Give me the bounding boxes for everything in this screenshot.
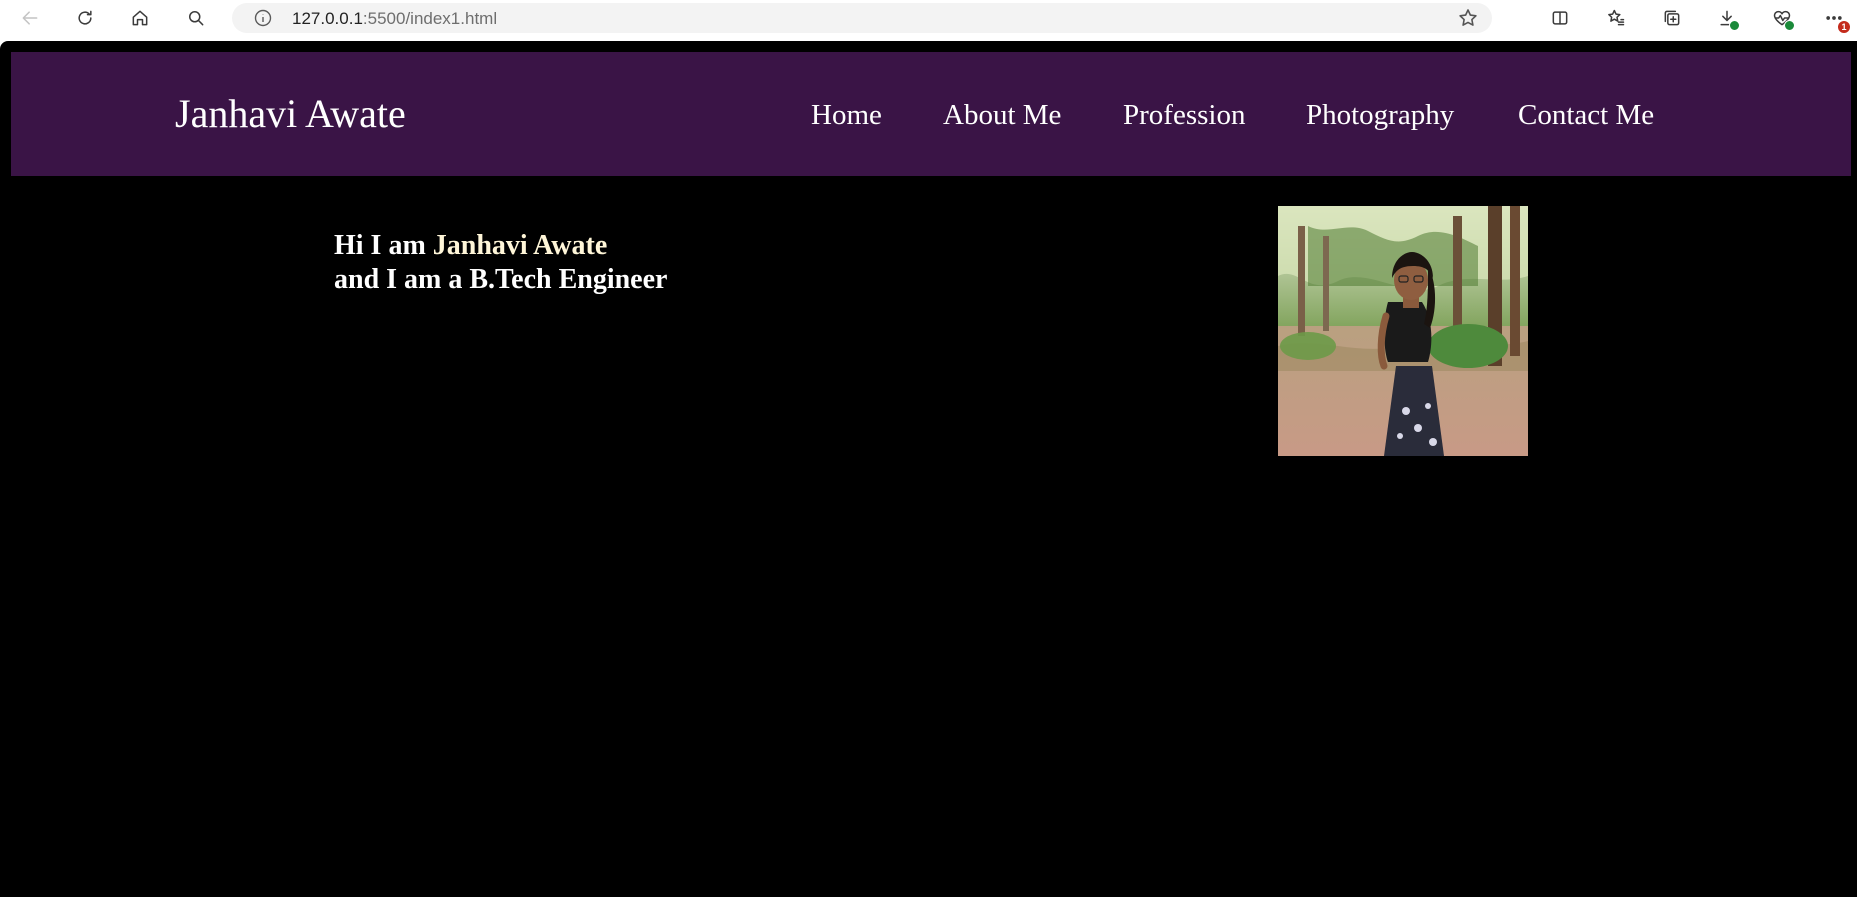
url-host: 127.0.0.1 <box>292 9 363 28</box>
info-icon[interactable] <box>254 9 272 27</box>
more-icon[interactable]: 1 <box>1822 6 1850 33</box>
nav-about-me[interactable]: About Me <box>943 98 1061 132</box>
url-text[interactable]: 127.0.0.1:5500/index1.html <box>292 9 497 29</box>
search-icon[interactable] <box>184 6 208 30</box>
hero-line-2: and I am a B.Tech Engineer <box>334 264 668 295</box>
heart-pulse-icon[interactable] <box>1770 6 1795 31</box>
page-viewport: Janhavi Awate Home About Me Profession P… <box>0 41 1857 897</box>
hero-intro: Hi I am Janhavi Awate and I am a B.Tech … <box>334 229 667 297</box>
performance-badge <box>1784 20 1795 31</box>
hero-name: Janhavi Awate <box>432 230 608 261</box>
nav-home[interactable]: Home <box>811 98 882 132</box>
hero-line-1: Hi I am Janhavi Awate <box>334 229 667 263</box>
notification-badge: 1 <box>1838 21 1850 33</box>
profile-photo <box>1278 206 1528 456</box>
nav-profession[interactable]: Profession <box>1123 98 1245 132</box>
browser-toolbar: 127.0.0.1:5500/index1.html 1 <box>0 0 1857 36</box>
favorites-icon[interactable] <box>1604 6 1628 30</box>
site-header: Janhavi Awate Home About Me Profession P… <box>11 52 1851 176</box>
hero-greeting: Hi I am <box>334 230 433 261</box>
address-bar[interactable]: 127.0.0.1:5500/index1.html <box>232 3 1492 33</box>
home-icon[interactable] <box>128 6 152 30</box>
refresh-icon[interactable] <box>73 6 97 30</box>
profile-photo-image <box>1278 206 1528 456</box>
back-arrow-icon[interactable] <box>18 6 42 30</box>
download-icon[interactable] <box>1715 6 1740 31</box>
download-complete-badge <box>1729 20 1740 31</box>
split-screen-icon[interactable] <box>1548 6 1572 30</box>
nav-photography[interactable]: Photography <box>1306 98 1454 132</box>
main-nav: Home About Me Profession Photography Con… <box>11 98 1851 138</box>
nav-contact-me[interactable]: Contact Me <box>1518 98 1654 132</box>
collections-icon[interactable] <box>1660 6 1684 30</box>
star-icon[interactable] <box>1458 8 1478 28</box>
url-path: :5500/index1.html <box>362 9 498 28</box>
